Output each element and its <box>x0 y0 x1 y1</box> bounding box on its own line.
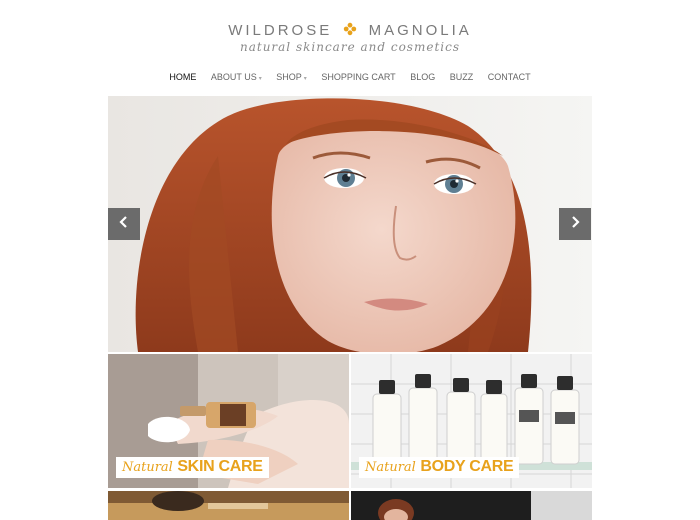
tile-skin-care-label: Natural SKIN CARE <box>116 457 269 478</box>
slider-next-button[interactable] <box>559 208 591 240</box>
tile-skin-care-kind: SKIN CARE <box>177 458 263 475</box>
chevron-left-icon <box>118 215 130 234</box>
nav-contact[interactable]: CONTACT <box>488 72 531 82</box>
tile-cosmetics-preview[interactable] <box>108 491 349 520</box>
slider-prev-button[interactable] <box>108 208 140 240</box>
site-tagline: natural skincare and cosmetics <box>239 40 460 54</box>
nav-blog[interactable]: BLOG <box>410 72 435 82</box>
tile-skin-care-natural: Natural <box>122 460 173 475</box>
nav-home[interactable]: HOME <box>169 72 196 82</box>
site-header: WILDROSE MAGNOLIA natural skincare and c… <box>0 0 700 60</box>
nav-shop[interactable]: SHOP ▾ <box>276 72 307 82</box>
chevron-right-icon <box>569 215 581 234</box>
logo-word-left: WILDROSE <box>228 22 333 39</box>
hero-slide-image <box>108 96 592 352</box>
main-nav: HOME ABOUT US ▾ SHOP ▾ SHOPPING CART BLOG … <box>0 72 700 82</box>
nav-buzz[interactable]: BUZZ <box>450 72 474 82</box>
caret-down-icon: ▾ <box>258 76 262 82</box>
nav-shop-label: SHOP <box>276 72 302 82</box>
tile-body-care-label: Natural BODY CARE <box>359 457 520 478</box>
flower-icon <box>343 22 357 40</box>
tile-body-care-kind: BODY CARE <box>420 458 514 475</box>
tile-body-care[interactable]: Natural BODY CARE <box>351 354 592 488</box>
nav-shopping-cart[interactable]: SHOPPING CART <box>321 72 395 82</box>
logo-word-right: MAGNOLIA <box>368 22 472 39</box>
caret-down-icon: ▾ <box>303 76 307 82</box>
tile-body-care-natural: Natural <box>365 460 416 475</box>
site-logo[interactable]: WILDROSE MAGNOLIA <box>0 22 700 40</box>
nav-about-us[interactable]: ABOUT US ▾ <box>211 72 262 82</box>
tile-portrait-preview[interactable] <box>351 491 592 520</box>
nav-about-us-label: ABOUT US <box>210 72 257 82</box>
tile-skin-care[interactable]: Natural SKIN CARE <box>108 354 349 488</box>
